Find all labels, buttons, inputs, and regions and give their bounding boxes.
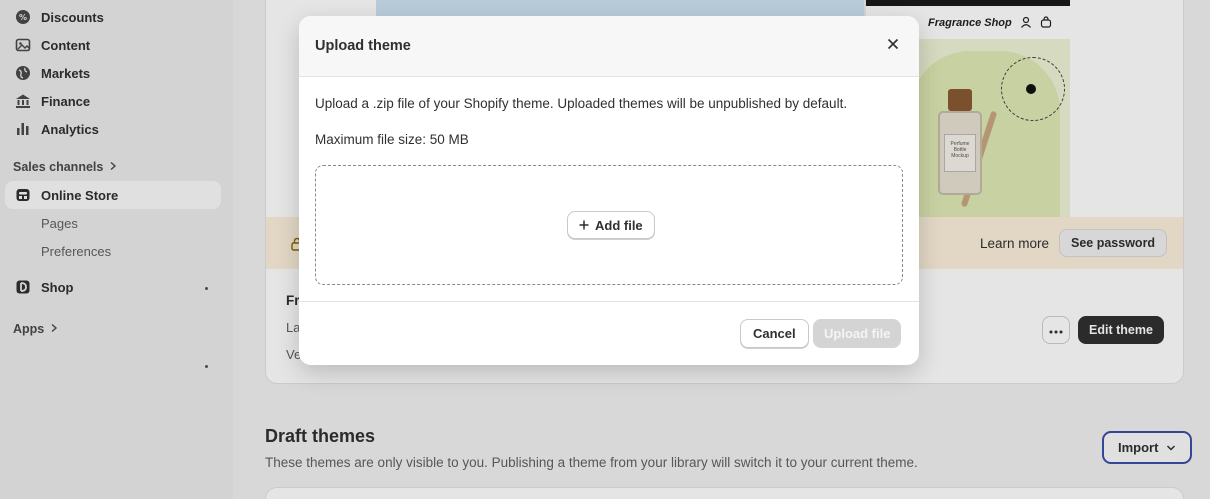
- close-button[interactable]: [881, 34, 905, 58]
- modal-footer: Cancel Upload file: [299, 301, 919, 365]
- modal-header: Upload theme: [299, 16, 919, 77]
- modal-title: Upload theme: [315, 38, 411, 54]
- upload-file-button[interactable]: Upload file: [813, 319, 902, 348]
- add-file-button[interactable]: Add file: [567, 211, 655, 239]
- upload-theme-modal: Upload theme Upload a .zip file of your …: [299, 16, 919, 365]
- cancel-button[interactable]: Cancel: [740, 319, 809, 348]
- modal-description: Upload a .zip file of your Shopify theme…: [315, 96, 848, 111]
- add-file-label: Add file: [595, 217, 643, 233]
- file-dropzone[interactable]: Add file: [315, 165, 903, 285]
- close-icon: [887, 37, 899, 55]
- max-file-size: Maximum file size: 50 MB: [315, 132, 469, 147]
- plus-icon: [579, 218, 589, 233]
